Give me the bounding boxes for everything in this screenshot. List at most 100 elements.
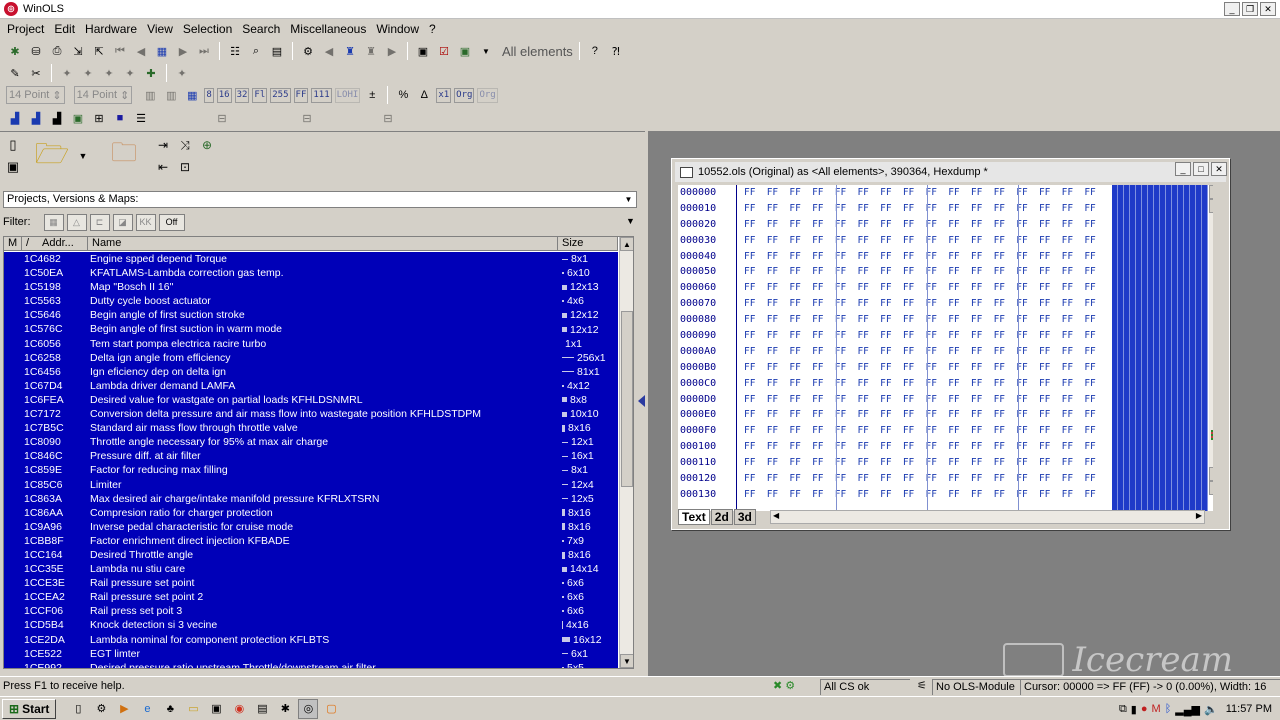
browser-icon[interactable]: e <box>137 699 157 719</box>
hex-byte[interactable]: FF <box>812 185 835 201</box>
hex-byte[interactable]: FF <box>948 439 971 455</box>
hex-byte[interactable]: FF <box>857 280 880 296</box>
context-help-icon[interactable]: ⁈ <box>607 42 625 60</box>
column-address[interactable]: Addr... <box>38 237 88 250</box>
hex-byte[interactable]: FF <box>903 217 926 233</box>
hex-byte[interactable]: FF <box>948 217 971 233</box>
hex-byte[interactable]: FF <box>1016 185 1039 201</box>
hex-maximize-button[interactable]: □ <box>1193 162 1209 176</box>
hex-byte[interactable]: FF <box>1039 487 1062 503</box>
hex-byte[interactable]: FF <box>880 376 903 392</box>
hex-byte[interactable]: FF <box>767 264 790 280</box>
hex-minimize-button[interactable]: _ <box>1175 162 1191 176</box>
hex-byte[interactable]: FF <box>812 423 835 439</box>
bits-16-button[interactable]: 16 <box>216 87 232 103</box>
hex-byte[interactable]: FF <box>835 487 858 503</box>
last-icon[interactable]: ⏭ <box>195 42 213 60</box>
hex-byte[interactable]: FF <box>948 392 971 408</box>
hex-byte[interactable]: FF <box>812 376 835 392</box>
hex-byte[interactable]: FF <box>880 487 903 503</box>
hex-byte[interactable]: FF <box>857 217 880 233</box>
map-list-row[interactable]: 1C6456 Ign eficiency dep on delta ign 81x1 <box>4 365 618 379</box>
list-icon[interactable]: ☷ <box>226 42 244 60</box>
network-icon[interactable]: ♣ <box>160 699 180 719</box>
hex-byte[interactable]: FF <box>1084 217 1107 233</box>
hex-byte[interactable]: FF <box>1016 487 1039 503</box>
hex-byte[interactable]: FF <box>744 217 767 233</box>
hex-byte[interactable]: FF <box>926 455 949 471</box>
tools-icon[interactable]: ✱ <box>275 699 295 719</box>
block-icon[interactable]: ■ <box>111 109 129 127</box>
project-view-select[interactable]: Projects, Versions & Maps: ▼ <box>3 191 637 208</box>
menu-edit[interactable]: Edit <box>49 22 80 36</box>
hex-byte[interactable]: FF <box>1016 312 1039 328</box>
hex-byte[interactable]: FF <box>1062 280 1085 296</box>
hex-byte[interactable]: FF <box>1084 392 1107 408</box>
chrome-icon[interactable]: ◉ <box>229 699 249 719</box>
hex-byte[interactable]: FF <box>857 455 880 471</box>
map-list-row[interactable]: 1C859E Factor for reducing max filling 8x1 <box>4 463 618 477</box>
hex-byte[interactable]: FF <box>1062 217 1085 233</box>
hex-byte[interactable]: FF <box>812 312 835 328</box>
hex-byte[interactable]: FF <box>948 407 971 423</box>
hex-byte[interactable]: FF <box>903 185 926 201</box>
hex-button[interactable]: FF <box>293 87 309 103</box>
settings-icon[interactable]: ⚙ <box>91 699 111 719</box>
scroll-left-icon[interactable]: ◀ <box>773 511 779 520</box>
hex-byte[interactable]: FF <box>744 407 767 423</box>
hex-row[interactable]: FF FF FF FF FF FF FF FF FF FF FF FF FF FF FF FF <box>744 455 1108 471</box>
filter-grid-button[interactable]: ▦ <box>43 213 64 231</box>
all-elements-label[interactable]: All elements <box>502 44 573 59</box>
hex-byte[interactable]: FF <box>903 360 926 376</box>
hex-byte[interactable]: FF <box>767 344 790 360</box>
hex-byte[interactable]: FF <box>1039 360 1062 376</box>
hex-byte[interactable]: FF <box>994 455 1017 471</box>
hex-byte[interactable]: FF <box>1016 201 1039 217</box>
hex-byte[interactable]: FF <box>857 487 880 503</box>
hex-byte[interactable]: FF <box>926 217 949 233</box>
hex-byte[interactable]: FF <box>994 185 1017 201</box>
hex-byte[interactable]: FF <box>1039 312 1062 328</box>
hex-byte[interactable]: FF <box>744 376 767 392</box>
original-button[interactable]: Org <box>454 87 475 103</box>
tool-b-icon[interactable]: ✦ <box>79 64 97 82</box>
hex-byte[interactable]: FF <box>880 328 903 344</box>
hex-byte[interactable]: FF <box>948 201 971 217</box>
hex-byte[interactable]: FF <box>835 296 858 312</box>
save-project-icon[interactable]: ▣ <box>4 158 22 176</box>
hex-byte[interactable]: FF <box>994 471 1017 487</box>
hex-byte[interactable]: FF <box>1016 264 1039 280</box>
map-list-row[interactable]: 1CC164 Desired Throttle angle 8x16 <box>4 548 618 562</box>
connect-icon[interactable]: ⤨ <box>176 136 194 154</box>
filter-mark-button[interactable]: ◪ <box>112 213 133 231</box>
hex-row[interactable]: FF FF FF FF FF FF FF FF FF FF FF FF FF FF FF FF <box>744 280 1108 296</box>
page-up-icon[interactable]: ⇑ <box>1209 199 1213 213</box>
map-list-row[interactable]: 1C863A Max desired air charge/intake mani… <box>4 492 618 506</box>
hex-row[interactable]: FF FF FF FF FF FF FF FF FF FF FF FF FF FF FF FF <box>744 407 1108 423</box>
hex-byte[interactable]: FF <box>1039 392 1062 408</box>
hex-byte[interactable]: FF <box>744 296 767 312</box>
float-button[interactable]: Fl <box>252 87 268 103</box>
previous-icon[interactable]: ◀ <box>132 42 150 60</box>
map-list-row[interactable]: 1C7B5C Standard air mass flow through thr… <box>4 421 618 435</box>
hex-byte[interactable]: FF <box>994 376 1017 392</box>
delta-icon[interactable]: Δ <box>415 86 433 104</box>
antivirus-icon[interactable]: ● <box>1141 703 1148 715</box>
menu-project[interactable]: Project <box>2 22 49 36</box>
hex-byte[interactable]: FF <box>789 185 812 201</box>
hex-byte[interactable]: FF <box>971 360 994 376</box>
map-list-row[interactable]: 1CE2DA Lambda nominal for component prote… <box>4 633 618 647</box>
recorder-icon[interactable]: ▢ <box>321 699 341 719</box>
validate-icon[interactable]: ☑ <box>435 42 453 60</box>
hex-byte[interactable]: FF <box>926 296 949 312</box>
map-list-row[interactable]: 1C576C Begin angle of first suction in wa… <box>4 322 618 336</box>
hex-byte[interactable]: FF <box>948 360 971 376</box>
hex-byte[interactable]: FF <box>971 439 994 455</box>
hex-byte[interactable]: FF <box>835 280 858 296</box>
hex-byte[interactable]: FF <box>857 471 880 487</box>
hex-byte[interactable]: FF <box>857 233 880 249</box>
map-list-row[interactable]: 1CD5B4 Knock detection si 3 vecine 4x16 <box>4 618 618 632</box>
hex-byte[interactable]: FF <box>767 201 790 217</box>
hex-byte[interactable]: FF <box>926 471 949 487</box>
hex-byte[interactable]: FF <box>1016 280 1039 296</box>
